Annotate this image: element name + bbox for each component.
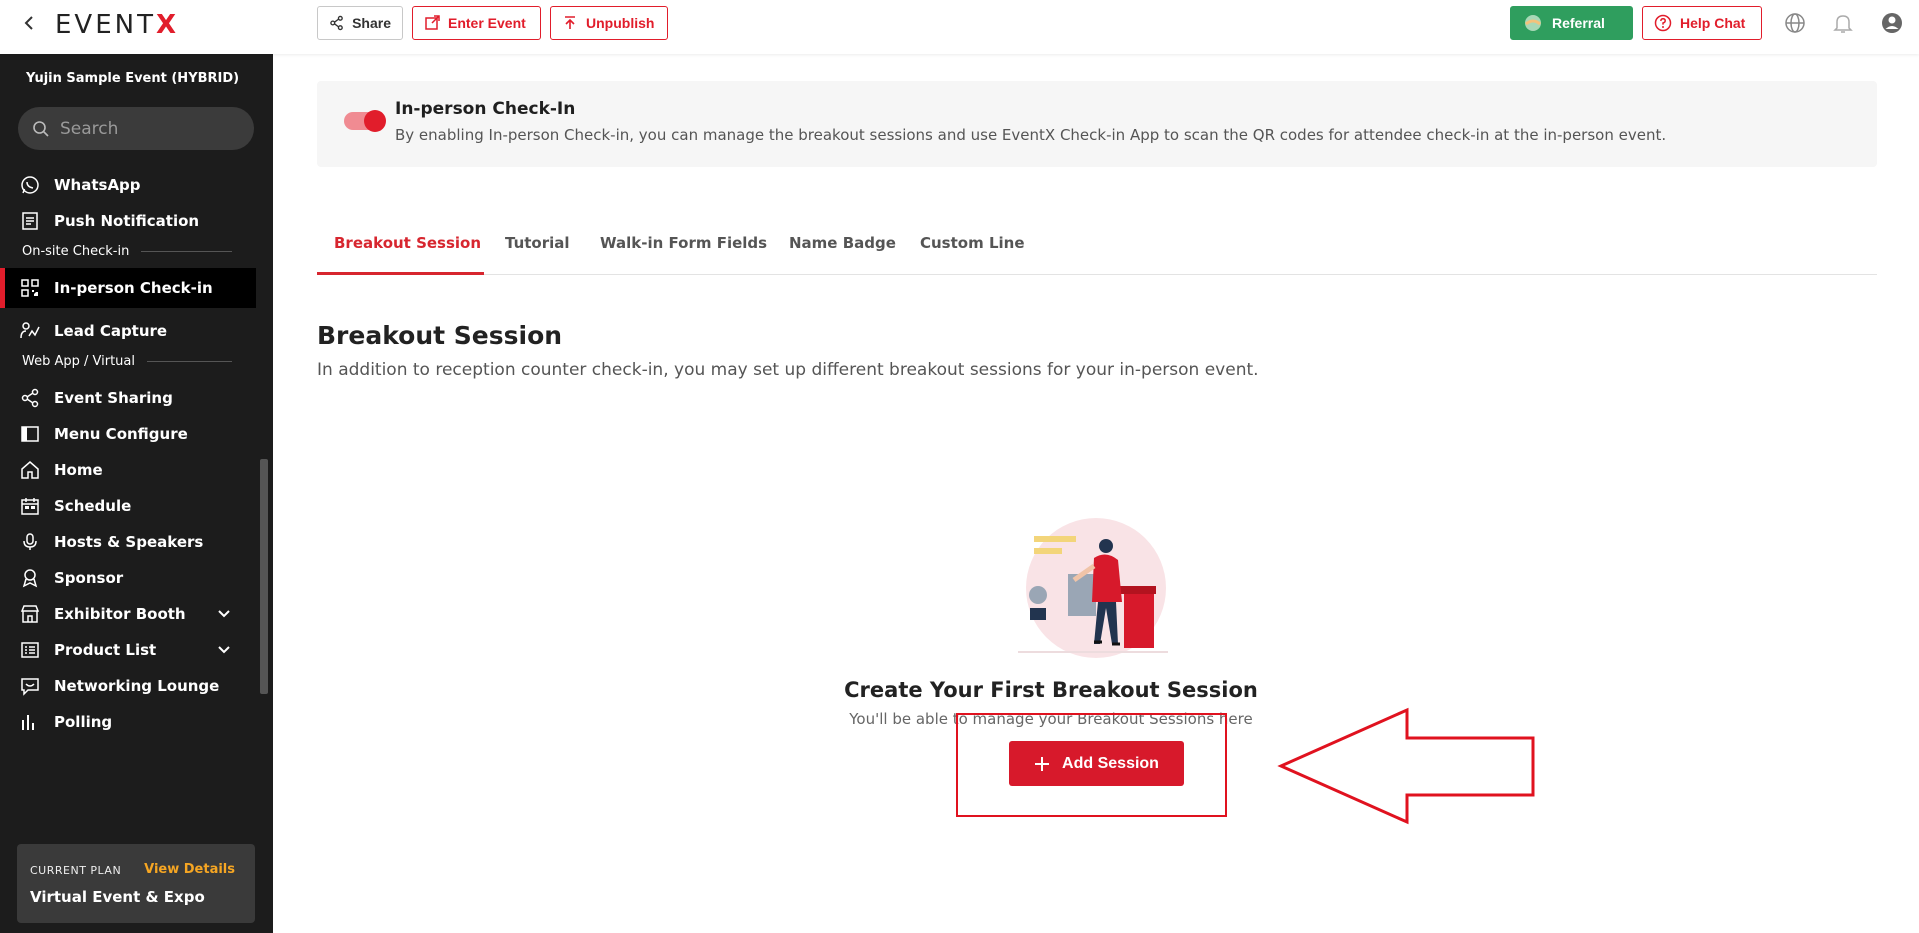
top-bar: EVENTX Share Enter Event Unpublish Refer… <box>0 0 1919 54</box>
plan-name: Virtual Event & Expo <box>30 888 205 906</box>
share-icon <box>330 15 343 31</box>
sidebar-item-networking-lounge[interactable]: Networking Lounge <box>0 666 256 706</box>
tab-walk-in-form-fields[interactable]: Walk-in Form Fields <box>600 217 767 275</box>
sidebar-item-exhibitor-booth[interactable]: Exhibitor Booth <box>0 594 256 634</box>
referral-button[interactable]: Referral <box>1510 6 1633 40</box>
sidebar-item-event-sharing[interactable]: Event Sharing <box>0 378 256 418</box>
search-icon <box>33 120 49 137</box>
handshake-icon <box>1525 15 1541 31</box>
sidebar-item-product-list[interactable]: Product List <box>0 630 256 670</box>
sidebar-item-label: Schedule <box>54 497 132 515</box>
sidebar-item-label: Sponsor <box>54 569 124 587</box>
sidebar-item-sponsor[interactable]: Sponsor <box>0 558 256 598</box>
chat-icon <box>21 678 39 696</box>
breakout-session-illustration <box>1018 518 1168 658</box>
sidebar-item-label: Home <box>54 461 103 479</box>
plan-label: CURRENT PLAN <box>30 864 122 877</box>
back-arrow-icon[interactable] <box>20 13 40 33</box>
tab-name-badge[interactable]: Name Badge <box>789 217 896 275</box>
sidebar-item-label: WhatsApp <box>54 176 141 194</box>
upload-icon <box>565 16 575 29</box>
sidebar-item-label: Menu Configure <box>54 425 188 443</box>
share-icon <box>21 388 39 408</box>
tab-bar: Breakout Session Tutorial Walk-in Form F… <box>317 217 1877 275</box>
empty-state-title: Create Your First Breakout Session <box>844 678 1258 702</box>
chevron-down-icon[interactable] <box>216 642 232 658</box>
section-onsite-checkin: On-site Check-in <box>22 244 232 259</box>
sidebar-item-label: Exhibitor Booth <box>54 605 186 623</box>
toggle-title: In-person Check-In <box>395 99 576 119</box>
section-title: Breakout Session <box>317 321 563 350</box>
sidebar-item-label: Event Sharing <box>54 389 173 407</box>
toggle-description: By enabling In-person Check-in, you can … <box>395 126 1667 144</box>
sidebar-item-in-person-check-in[interactable]: In-person Check-in <box>0 268 256 308</box>
view-details-link[interactable]: View Details <box>144 862 235 877</box>
sidebar-scrollbar[interactable] <box>260 459 268 694</box>
share-button[interactable]: Share <box>317 6 403 40</box>
tab-tutorial[interactable]: Tutorial <box>505 217 570 275</box>
eventx-logo: EVENTX <box>55 10 180 40</box>
help-chat-label: Help Chat <box>1680 15 1746 31</box>
sidebar-item-lead-capture[interactable]: Lead Capture <box>0 311 256 351</box>
sidebar-item-polling[interactable]: Polling <box>0 702 256 742</box>
annotation-arrow-icon <box>1277 707 1535 825</box>
section-web-app-virtual: Web App / Virtual <box>22 354 232 369</box>
product-list-icon <box>21 642 39 658</box>
menu-configure-icon <box>21 426 39 442</box>
sidebar-item-push-notification[interactable]: Push Notification <box>0 201 256 241</box>
sidebar-item-menu-configure[interactable]: Menu Configure <box>0 414 256 454</box>
poll-icon <box>22 715 34 730</box>
section-description: In addition to reception counter check-i… <box>317 360 1259 380</box>
search-input[interactable] <box>60 118 230 139</box>
chevron-down-icon[interactable] <box>216 606 232 622</box>
sponsor-icon <box>22 569 38 588</box>
sidebar-item-label: Push Notification <box>54 212 200 230</box>
sidebar-item-label: Product List <box>54 641 157 659</box>
sidebar-item-label: Polling <box>54 713 113 731</box>
globe-icon[interactable] <box>1784 12 1806 34</box>
booth-icon <box>20 605 40 623</box>
home-icon <box>21 461 39 479</box>
sidebar-search[interactable] <box>18 107 254 150</box>
sidebar-item-schedule[interactable]: Schedule <box>0 486 256 526</box>
sidebar: Yujin Sample Event (HYBRID) WhatsApp Pus… <box>0 54 273 933</box>
help-chat-button[interactable]: Help Chat <box>1642 6 1762 40</box>
tab-breakout-session[interactable]: Breakout Session <box>317 217 484 275</box>
current-plan-card: CURRENT PLAN View Details Virtual Event … <box>17 844 255 923</box>
sidebar-item-label: In-person Check-in <box>54 279 213 297</box>
sidebar-item-whatsapp[interactable]: WhatsApp <box>0 165 256 205</box>
referral-label: Referral <box>1552 15 1605 31</box>
annotation-highlight-box <box>956 713 1227 817</box>
help-icon <box>1654 14 1672 32</box>
lead-capture-icon <box>20 322 40 339</box>
in-person-checkin-card: In-person Check-In By enabling In-person… <box>317 81 1877 167</box>
microphone-icon <box>23 533 37 550</box>
bell-icon[interactable] <box>1832 12 1854 34</box>
unpublish-button[interactable]: Unpublish <box>550 6 668 40</box>
push-notification-icon <box>22 212 38 230</box>
sidebar-item-hosts-speakers[interactable]: Hosts & Speakers <box>0 522 256 562</box>
unpublish-label: Unpublish <box>586 15 655 31</box>
in-person-checkin-toggle[interactable] <box>344 110 386 132</box>
tab-custom-line[interactable]: Custom Line <box>920 217 1025 275</box>
calendar-icon <box>21 498 39 515</box>
event-name: Yujin Sample Event (HYBRID) <box>26 71 240 86</box>
enter-event-label: Enter Event <box>448 15 526 31</box>
sidebar-item-label: Lead Capture <box>54 322 168 340</box>
share-label: Share <box>352 15 391 31</box>
enter-event-button[interactable]: Enter Event <box>412 6 541 40</box>
external-link-icon <box>425 15 440 30</box>
whatsapp-icon <box>21 176 39 194</box>
sidebar-item-home[interactable]: Home <box>0 450 256 490</box>
sidebar-item-label: Networking Lounge <box>54 677 220 695</box>
qr-code-icon <box>21 279 39 297</box>
account-icon[interactable] <box>1881 12 1903 34</box>
sidebar-nav: WhatsApp Push Notification On-site Check… <box>0 164 258 824</box>
sidebar-item-label: Hosts & Speakers <box>54 533 204 551</box>
